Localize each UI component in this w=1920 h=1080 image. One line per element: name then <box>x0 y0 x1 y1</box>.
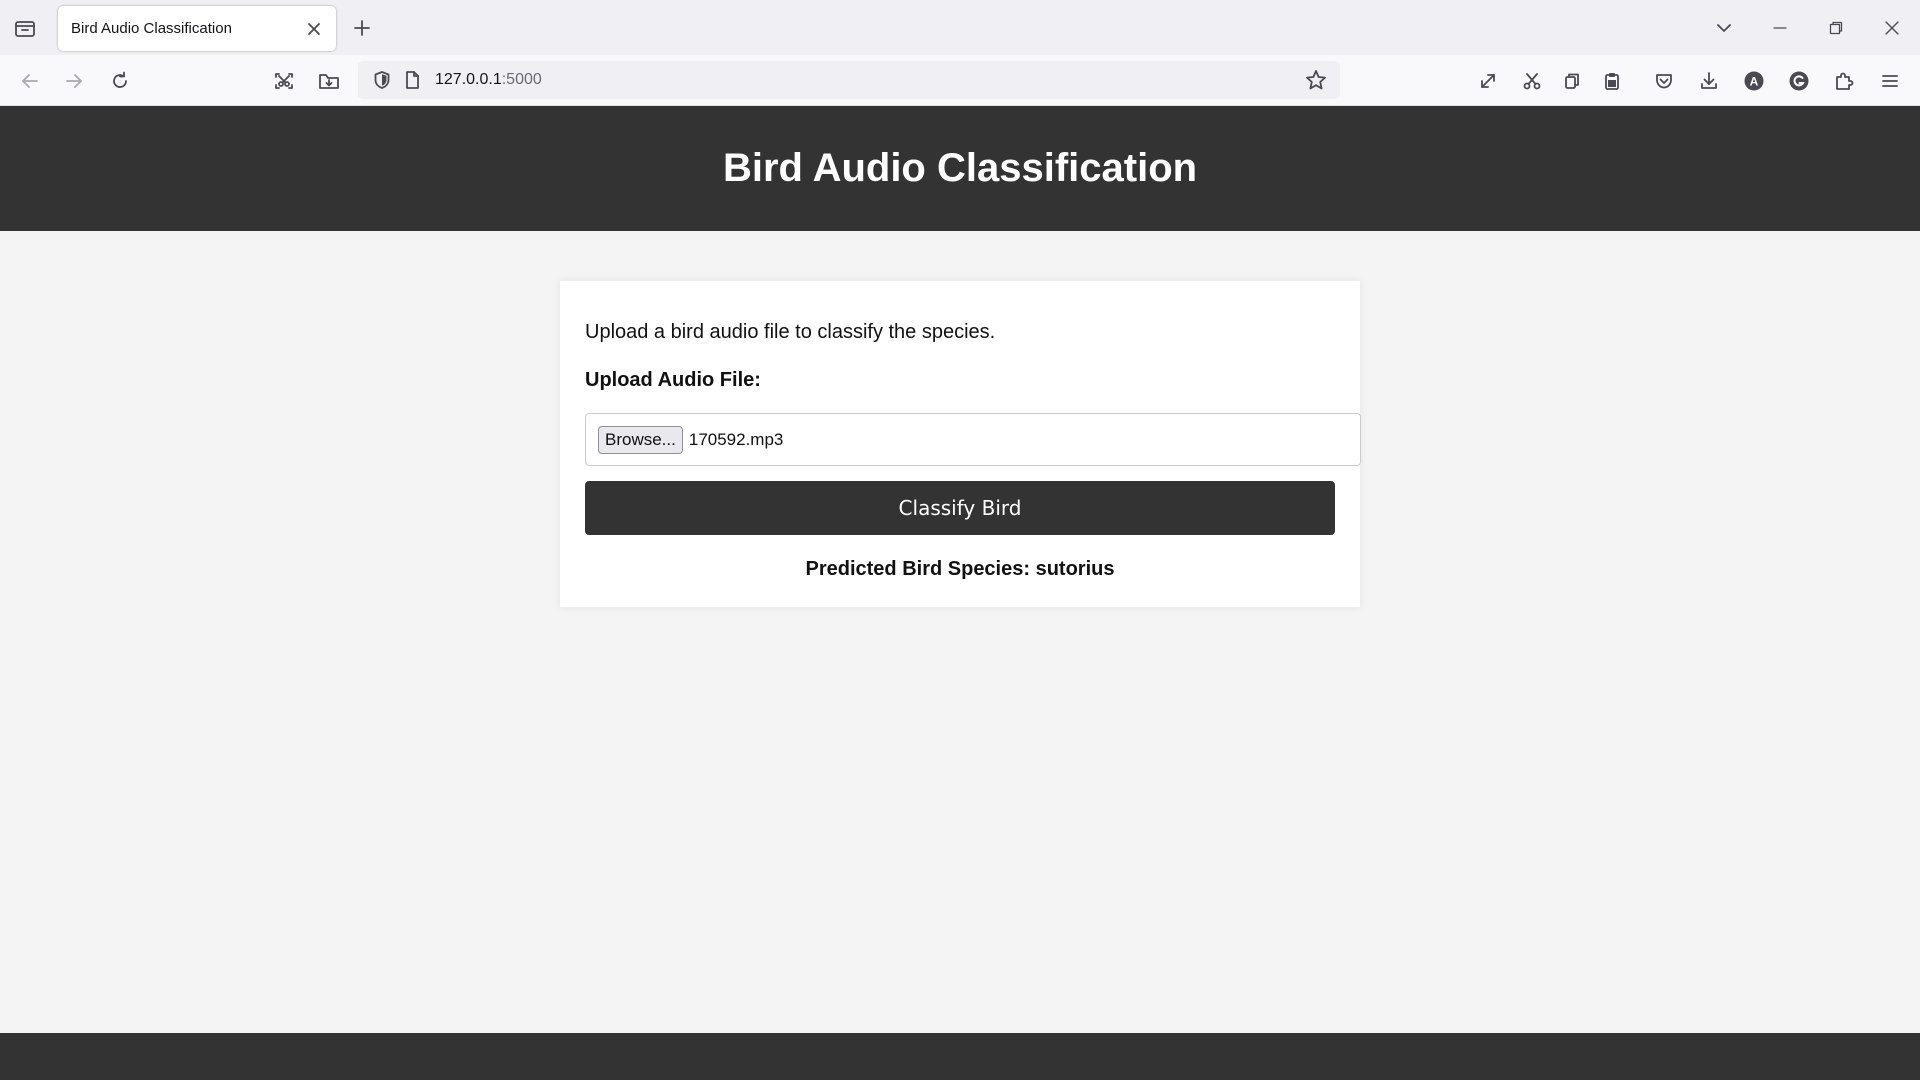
page-icon[interactable] <box>396 64 428 96</box>
screenshot-icon[interactable] <box>268 65 300 97</box>
hamburger-menu-icon[interactable] <box>1874 65 1906 97</box>
close-icon[interactable] <box>1864 0 1920 55</box>
restore-icon[interactable] <box>1808 0 1864 55</box>
browser-tabstrip: Bird Audio Classification <box>0 0 1920 55</box>
browser-tab-active[interactable]: Bird Audio Classification <box>58 6 336 51</box>
tab-title: Bird Audio Classification <box>71 20 232 37</box>
intro-text: Upload a bird audio file to classify the… <box>585 321 996 343</box>
account-icon[interactable]: A <box>1738 65 1770 97</box>
url-port: :5000 <box>501 71 542 88</box>
page-viewport: Bird Audio Classification Upload a bird … <box>0 106 1920 1080</box>
expand-icon[interactable] <box>1472 65 1504 97</box>
window-controls <box>1696 0 1920 55</box>
classify-button[interactable]: Classify Bird <box>585 481 1335 535</box>
browse-button[interactable]: Browse... <box>598 425 683 454</box>
site-header: Bird Audio Classification <box>0 106 1920 231</box>
url-bar[interactable]: 127.0.0.1:5000 <box>358 61 1340 99</box>
scissors-icon[interactable] <box>1516 65 1548 97</box>
star-icon[interactable] <box>1300 64 1332 96</box>
folder-download-icon[interactable] <box>313 65 345 97</box>
puzzle-icon[interactable] <box>1828 65 1860 97</box>
upload-card: Upload a bird audio file to classify the… <box>560 281 1361 607</box>
download-icon[interactable] <box>1693 65 1725 97</box>
prediction-result: Predicted Bird Species: sutorius <box>805 558 1115 580</box>
page-title: Bird Audio Classification <box>722 146 1198 190</box>
pocket-icon[interactable] <box>1648 65 1680 97</box>
browser-navbar: 127.0.0.1:5000 A <box>0 55 1920 106</box>
forward-arrow-icon[interactable] <box>58 65 90 97</box>
grammarly-icon[interactable] <box>1783 65 1815 97</box>
chevron-down-icon[interactable] <box>1696 0 1752 55</box>
copy-icon[interactable] <box>1556 65 1588 97</box>
url-host: 127.0.0.1 <box>435 71 502 88</box>
reload-icon[interactable] <box>104 65 136 97</box>
site-footer <box>0 1033 1920 1080</box>
upload-label: Upload Audio File: <box>585 369 761 391</box>
url-text[interactable]: 127.0.0.1:5000 <box>435 71 542 89</box>
file-input[interactable]: Browse... 170592.mp3 <box>585 413 1361 466</box>
plus-icon[interactable] <box>348 14 376 42</box>
back-arrow-icon[interactable] <box>14 65 46 97</box>
selected-file-name: 170592.mp3 <box>688 429 784 449</box>
tab-list-icon[interactable] <box>10 14 40 42</box>
clipboard-icon[interactable] <box>1596 65 1628 97</box>
shield-icon[interactable] <box>366 64 398 96</box>
minimize-icon[interactable] <box>1752 0 1808 55</box>
svg-text:A: A <box>1750 75 1759 89</box>
close-icon[interactable] <box>302 17 326 41</box>
